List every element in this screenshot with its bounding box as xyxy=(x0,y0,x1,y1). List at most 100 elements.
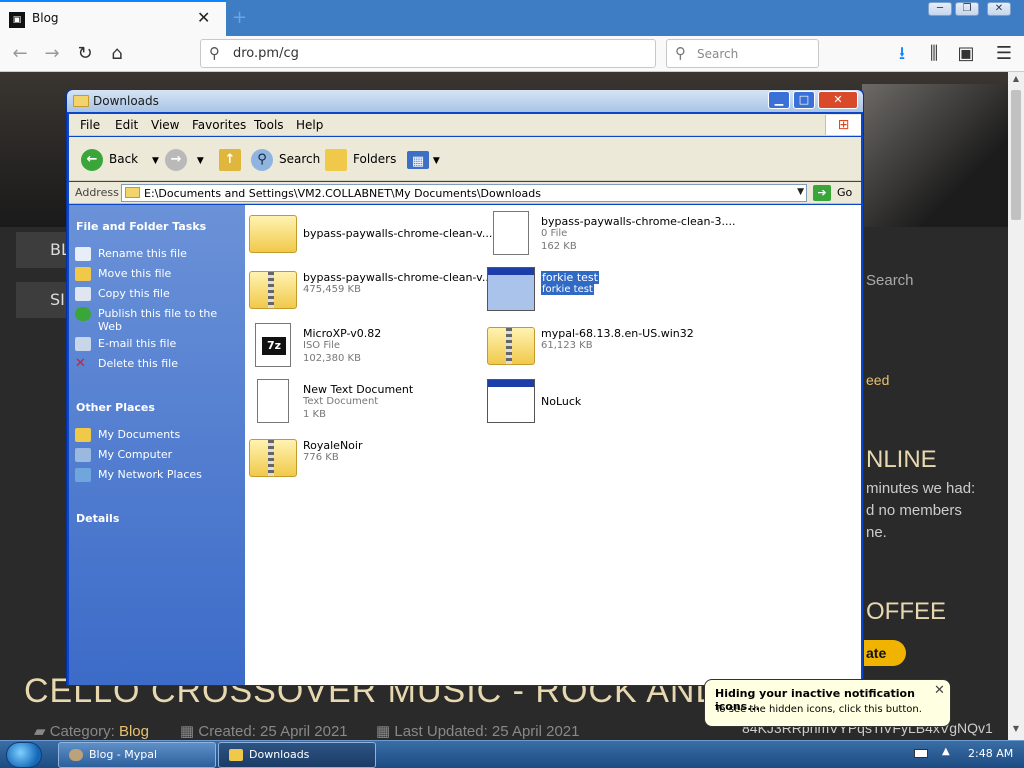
side-search-label[interactable]: Search xyxy=(866,272,914,289)
task-publish[interactable]: Publish this file to the Web xyxy=(75,307,243,333)
file-size: 61,123 KB xyxy=(541,340,593,351)
file-item[interactable]: bypass-paywalls-chrome-clean-v... 475,45… xyxy=(249,267,492,317)
menu-view[interactable]: View xyxy=(151,118,179,132)
library-icon[interactable]: ⫼ xyxy=(922,43,946,65)
menu-help[interactable]: Help xyxy=(296,118,323,132)
search-button[interactable]: ⚲ Search xyxy=(251,147,320,171)
task-delete[interactable]: ✕ Delete this file xyxy=(75,356,243,371)
file-name: mypal-68.13.8.en-US.win32 xyxy=(541,327,694,340)
task-pane: File and Folder Tasks Rename this file M… xyxy=(69,205,245,685)
file-item[interactable]: NoLuck xyxy=(487,379,723,429)
task-copy[interactable]: Copy this file xyxy=(75,287,243,301)
category-link[interactable]: Blog xyxy=(119,723,149,740)
task-move[interactable]: Move this file xyxy=(75,267,243,281)
place-my-computer[interactable]: My Computer xyxy=(75,448,243,462)
scrollbar-thumb[interactable] xyxy=(1011,90,1021,220)
back-dropdown-icon[interactable]: ▼ xyxy=(152,156,159,166)
back-icon: ← xyxy=(81,148,103,171)
file-item[interactable]: bypass-paywalls-chrome-clean-v... xyxy=(249,211,492,261)
other-places-heading[interactable]: Other Places xyxy=(76,401,155,414)
menu-edit[interactable]: Edit xyxy=(115,118,138,132)
browser-tab-blog[interactable]: ▣ Blog ✕ xyxy=(0,0,226,36)
keyboard-icon[interactable] xyxy=(914,749,928,758)
clock[interactable]: 2:48 AM xyxy=(968,747,1013,760)
start-button[interactable] xyxy=(6,742,42,768)
file-item[interactable]: New Text Document Text Document 1 KB xyxy=(249,379,485,429)
task-email[interactable]: E-mail this file xyxy=(75,337,243,351)
address-input[interactable]: E:\Documents and Settings\VM2.COLLABNET\… xyxy=(121,184,807,202)
task-delete-label: Delete this file xyxy=(98,357,178,370)
file-size: 162 KB xyxy=(541,241,577,252)
notification-balloon[interactable]: Hiding your inactive notification icons.… xyxy=(704,679,951,727)
back-label: Back xyxy=(109,152,139,166)
scroll-down-icon[interactable]: ▼ xyxy=(1008,724,1024,738)
menu-tools[interactable]: Tools xyxy=(254,118,284,132)
up-folder-button[interactable]: ↑ xyxy=(219,147,247,171)
task-publish-label: Publish this file to the Web xyxy=(98,307,218,333)
home-icon[interactable]: ⌂ xyxy=(105,43,129,65)
explorer-minimize-button[interactable]: ▁ xyxy=(768,91,790,109)
menu-icon[interactable]: ☰ xyxy=(992,43,1016,65)
close-window-button[interactable]: ✕ xyxy=(987,2,1011,16)
menu-favorites[interactable]: Favorites xyxy=(192,118,246,132)
sidebar-icon[interactable]: ▣ xyxy=(954,43,978,65)
banner-city-image xyxy=(862,84,1008,227)
menu-file[interactable]: File xyxy=(80,118,100,132)
url-bar[interactable]: ⚲ dro.pm/cg xyxy=(200,39,656,68)
delete-icon: ✕ xyxy=(75,356,86,371)
app-window-icon xyxy=(487,379,535,423)
page-scrollbar[interactable]: ▲ ▼ xyxy=(1008,72,1024,740)
details-heading[interactable]: Details xyxy=(76,512,119,525)
file-item[interactable]: RoyaleNoir 776 KB xyxy=(249,435,485,485)
explorer-maximize-button[interactable]: □ xyxy=(793,91,815,109)
go-button[interactable]: ➔ Go xyxy=(813,184,852,202)
restore-window-button[interactable]: ❐ xyxy=(955,2,979,16)
explorer-window: Downloads ▁ □ ✕ File Edit View Favorites… xyxy=(66,89,864,686)
views-button[interactable]: ▦ ▼ xyxy=(407,147,440,171)
file-item[interactable]: 7z MicroXP-v0.82 ISO File 102,380 KB xyxy=(249,323,485,373)
folder-icon xyxy=(73,95,89,107)
taskbar-item-blog[interactable]: Blog - Mypal xyxy=(58,742,216,768)
explorer-close-button[interactable]: ✕ xyxy=(818,91,858,109)
address-dropdown-icon[interactable]: ▼ xyxy=(797,187,804,197)
side-feed-link[interactable]: eed xyxy=(866,372,889,388)
scroll-up-icon[interactable]: ▲ xyxy=(1008,74,1024,88)
file-tasks-heading[interactable]: File and Folder Tasks xyxy=(76,220,206,233)
browser-nav-bar: ← → ↻ ⌂ ⚲ dro.pm/cg ⚲ Search ⭳ ⫼ ▣ ☰ xyxy=(0,36,1024,72)
up-folder-icon: ↑ xyxy=(219,148,241,171)
file-type: Text Document xyxy=(303,396,379,407)
place-network[interactable]: My Network Places xyxy=(75,468,243,482)
file-name: bypass-paywalls-chrome-clean-v... xyxy=(303,271,493,284)
online-line-2: d no members xyxy=(866,502,962,519)
folders-button[interactable]: Folders xyxy=(325,147,396,171)
file-item[interactable]: mypal-68.13.8.en-US.win32 61,123 KB xyxy=(487,323,723,373)
new-tab-icon[interactable]: + xyxy=(232,7,247,28)
folders-icon xyxy=(325,148,347,171)
post-created: ▦ Created: 25 April 2021 xyxy=(180,722,348,740)
search-input[interactable]: ⚲ Search xyxy=(666,39,819,68)
forward-dropdown-icon[interactable]: ▼ xyxy=(197,156,204,166)
forward-arrow-icon[interactable]: → xyxy=(40,43,64,65)
folder-icon xyxy=(229,749,243,761)
views-dropdown-icon[interactable]: ▼ xyxy=(433,156,440,166)
task-rename[interactable]: Rename this file xyxy=(75,247,243,261)
balloon-close-icon[interactable]: ✕ xyxy=(934,683,945,698)
back-button[interactable]: ← Back ▼ xyxy=(81,147,159,171)
donate-button[interactable]: ate xyxy=(864,640,906,666)
reload-icon[interactable]: ↻ xyxy=(73,43,97,65)
minimize-window-button[interactable]: ─ xyxy=(928,2,952,16)
file-size: 102,380 KB xyxy=(303,353,361,364)
file-item[interactable]: bypass-paywalls-chrome-clean-3.... 0 Fil… xyxy=(487,211,735,261)
search-placeholder: Search xyxy=(697,47,739,61)
place-my-documents[interactable]: My Documents xyxy=(75,428,243,442)
back-arrow-icon[interactable]: ← xyxy=(8,43,32,65)
explorer-title-bar[interactable]: Downloads ▁ □ ✕ xyxy=(67,90,863,112)
forward-icon: → xyxy=(165,148,187,171)
taskbar-item-downloads[interactable]: Downloads xyxy=(218,742,376,768)
forward-button[interactable]: → ▼ xyxy=(165,147,204,171)
explorer-menu-bar: File Edit View Favorites Tools Help ⊞ xyxy=(69,114,861,136)
close-tab-icon[interactable]: ✕ xyxy=(197,10,210,26)
download-icon[interactable]: ⭳ xyxy=(890,43,914,65)
file-item-selected[interactable]: forkie test forkie test xyxy=(487,267,723,317)
show-hidden-icons-icon[interactable]: ▲ xyxy=(942,746,950,757)
